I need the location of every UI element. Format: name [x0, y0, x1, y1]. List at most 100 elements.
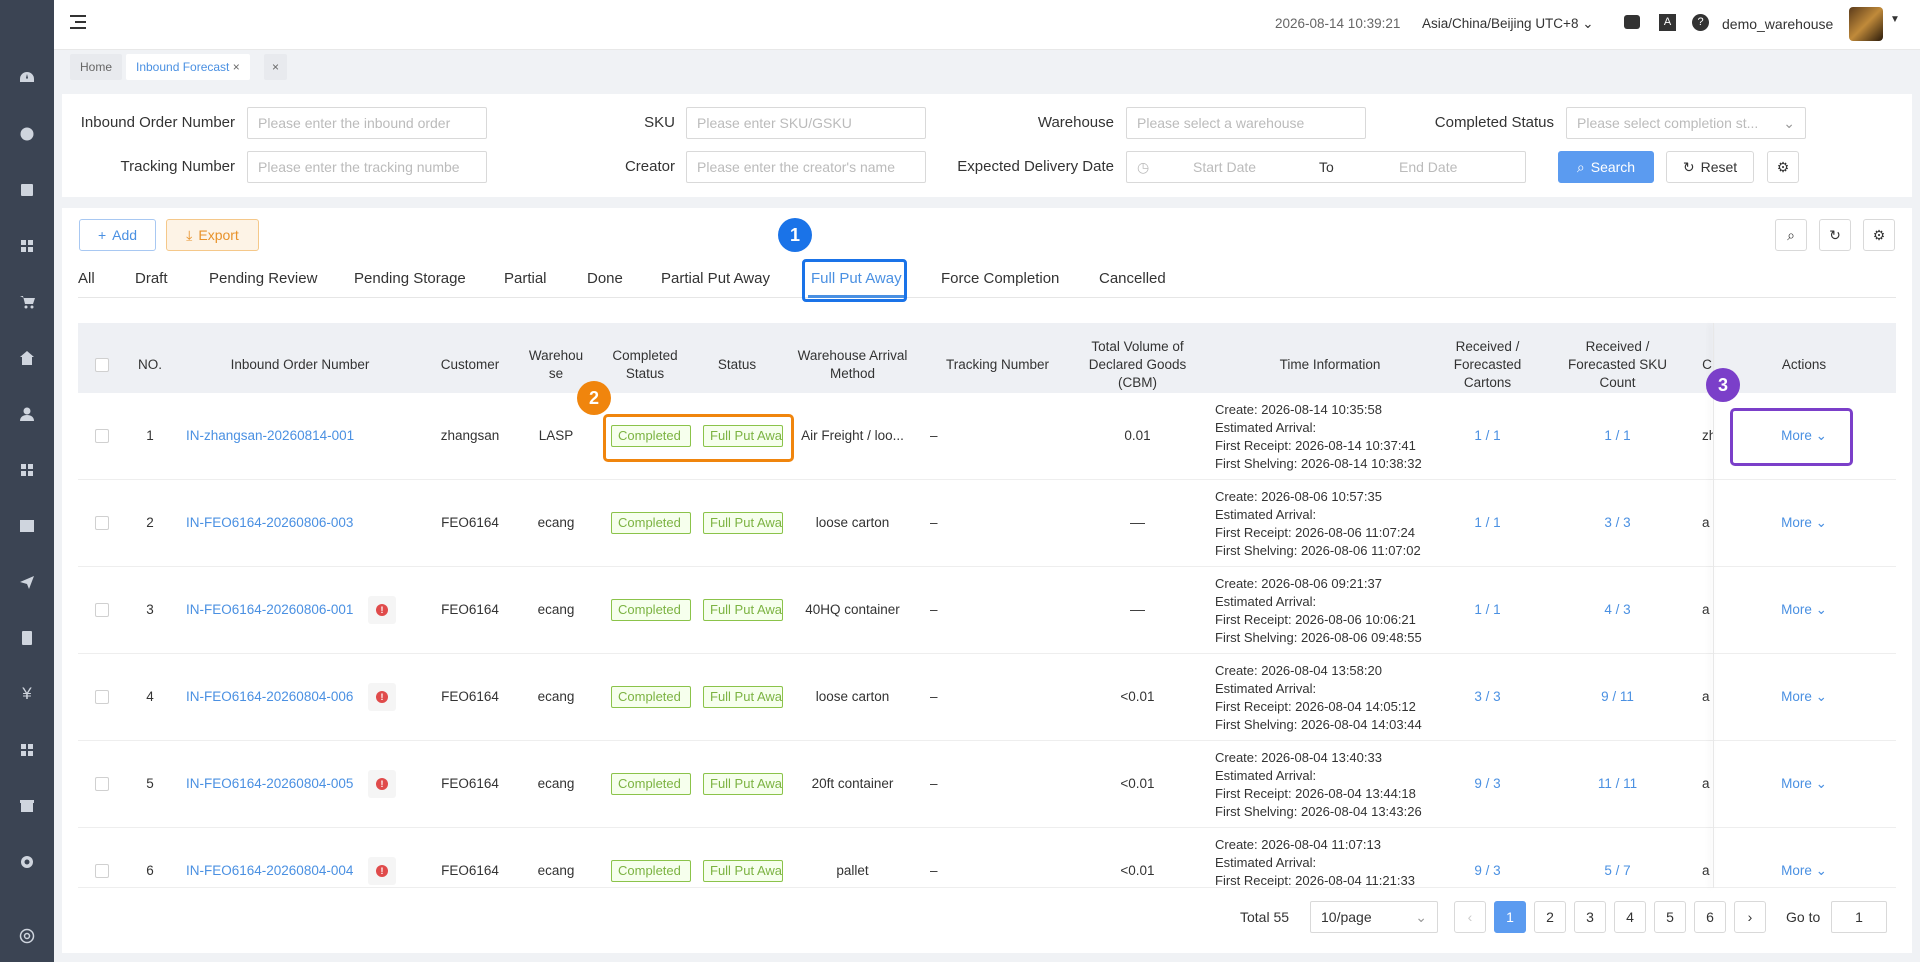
- globe-icon[interactable]: [0, 122, 54, 146]
- table-icon[interactable]: [0, 514, 54, 538]
- sku-count-link[interactable]: 11 / 11: [1555, 776, 1680, 791]
- close-all-tabs-button[interactable]: ×: [264, 54, 288, 80]
- user-icon[interactable]: [0, 402, 54, 426]
- row-checkbox[interactable]: [95, 603, 109, 617]
- sku-input[interactable]: Please enter SKU/GSKU: [686, 107, 926, 139]
- grid-icon[interactable]: [0, 234, 54, 258]
- row-checkbox[interactable]: [95, 777, 109, 791]
- cartons-link[interactable]: 9 / 3: [1440, 863, 1535, 878]
- order-number-link[interactable]: IN-zhangsan-20260814-001: [186, 428, 354, 443]
- close-icon[interactable]: ×: [233, 60, 240, 74]
- warehouse-select[interactable]: Please select a warehouse: [1126, 107, 1366, 139]
- creator-input[interactable]: Please enter the creator's name: [686, 151, 926, 183]
- warning-icon[interactable]: !: [368, 770, 396, 798]
- gear-icon[interactable]: [0, 924, 54, 948]
- apps-icon[interactable]: [0, 458, 54, 482]
- search-button[interactable]: ⌕ Search: [1558, 151, 1654, 183]
- page-1[interactable]: 1: [1494, 901, 1526, 933]
- warning-icon[interactable]: !: [368, 857, 396, 885]
- status-tab-draft[interactable]: Draft: [135, 270, 168, 287]
- customer-cell: FEO6164: [441, 776, 499, 791]
- add-button[interactable]: + Add: [79, 219, 156, 251]
- start-date[interactable]: Start Date: [1193, 152, 1256, 182]
- column-settings-button[interactable]: ⚙: [1863, 219, 1895, 251]
- order-number-link[interactable]: IN-FEO6164-20260804-005: [186, 776, 353, 791]
- translate-icon[interactable]: A: [1659, 14, 1676, 31]
- sku-count-link[interactable]: 4 / 3: [1555, 602, 1680, 617]
- row-checkbox[interactable]: [95, 690, 109, 704]
- page-size-select[interactable]: 10/page ⌄: [1310, 901, 1438, 933]
- status-tab-cancelled[interactable]: Cancelled: [1099, 270, 1166, 287]
- dashboard-icon[interactable]: [0, 66, 54, 90]
- status-tab-partial-put-away[interactable]: Partial Put Away: [661, 270, 770, 287]
- tracking-input[interactable]: Please enter the tracking numbe: [247, 151, 487, 183]
- more-actions-button[interactable]: More ⌄: [1748, 863, 1860, 879]
- order-number-link[interactable]: IN-FEO6164-20260804-006: [186, 689, 353, 704]
- end-date[interactable]: End Date: [1399, 152, 1457, 182]
- status-tab-done[interactable]: Done: [587, 270, 623, 287]
- row-checkbox[interactable]: [95, 516, 109, 530]
- page-4[interactable]: 4: [1614, 901, 1646, 933]
- document-icon[interactable]: [0, 178, 54, 202]
- cartons-link[interactable]: 3 / 3: [1440, 689, 1535, 704]
- completed-status-select[interactable]: Please select completion st... ⌄: [1566, 107, 1806, 139]
- yen-icon[interactable]: ¥: [0, 682, 54, 706]
- cartons-link[interactable]: 1 / 1: [1440, 428, 1535, 443]
- cart-icon[interactable]: [0, 290, 54, 314]
- warning-icon[interactable]: !: [368, 596, 396, 624]
- refresh-button[interactable]: ↻: [1819, 219, 1851, 251]
- page-2[interactable]: 2: [1534, 901, 1566, 933]
- message-icon[interactable]: [1624, 15, 1640, 29]
- more-actions-button[interactable]: More ⌄: [1748, 689, 1860, 705]
- tab-inbound-forecast[interactable]: Inbound Forecast ×: [126, 54, 250, 80]
- status-tab-all[interactable]: All: [78, 270, 95, 287]
- status-tab-pending-review[interactable]: Pending Review: [209, 270, 317, 287]
- sku-count-link[interactable]: 9 / 11: [1555, 689, 1680, 704]
- store-icon[interactable]: [0, 794, 54, 818]
- filter-settings-button[interactable]: ⚙: [1767, 151, 1799, 183]
- order-number-link[interactable]: IN-FEO6164-20260806-001: [186, 602, 353, 617]
- cartons-link[interactable]: 9 / 3: [1440, 776, 1535, 791]
- export-button[interactable]: ⤓ Export: [166, 219, 259, 251]
- sku-count-link[interactable]: 3 / 3: [1555, 515, 1680, 530]
- search-toggle-button[interactable]: ⌕: [1775, 219, 1807, 251]
- sku-count-link[interactable]: 1 / 1: [1555, 428, 1680, 443]
- order-number-link[interactable]: IN-FEO6164-20260804-004: [186, 863, 353, 878]
- goto-page-input[interactable]: 1: [1831, 901, 1887, 933]
- modules-icon[interactable]: [0, 738, 54, 762]
- more-actions-button[interactable]: More ⌄: [1748, 602, 1860, 618]
- prev-page-button[interactable]: ‹: [1454, 901, 1486, 933]
- select-all-checkbox[interactable]: [95, 358, 109, 372]
- invoice-icon[interactable]: [0, 626, 54, 650]
- cartons-link[interactable]: 1 / 1: [1440, 602, 1535, 617]
- sku-count-link[interactable]: 5 / 7: [1555, 863, 1680, 878]
- settings-icon[interactable]: [0, 850, 54, 874]
- help-icon[interactable]: ?: [1692, 14, 1709, 31]
- avatar[interactable]: [1849, 7, 1883, 41]
- inbound-order-input[interactable]: Please enter the inbound order: [247, 107, 487, 139]
- cartons-link[interactable]: 1 / 1: [1440, 515, 1535, 530]
- page-6[interactable]: 6: [1694, 901, 1726, 933]
- status-tab-force-completion[interactable]: Force Completion: [941, 270, 1059, 287]
- next-page-button[interactable]: ›: [1734, 901, 1766, 933]
- more-actions-button[interactable]: More ⌄: [1748, 515, 1860, 531]
- status-tab-partial[interactable]: Partial: [504, 270, 547, 287]
- home-icon[interactable]: [0, 346, 54, 370]
- date-range-picker[interactable]: ◷ Start Date To End Date: [1126, 151, 1526, 183]
- more-actions-button[interactable]: More ⌄: [1748, 776, 1860, 792]
- send-icon[interactable]: [0, 570, 54, 594]
- create-time: Create: 2026-08-04 13:58:20: [1215, 663, 1382, 678]
- tab-home[interactable]: Home: [70, 54, 123, 80]
- row-checkbox[interactable]: [95, 429, 109, 443]
- username[interactable]: demo_warehouse: [1722, 16, 1833, 32]
- page-3[interactable]: 3: [1574, 901, 1606, 933]
- reset-button[interactable]: ↻ Reset: [1666, 151, 1754, 183]
- status-tab-pending-storage[interactable]: Pending Storage: [354, 270, 466, 287]
- timezone-select[interactable]: Asia/China/Beijing UTC+8 ⌄: [1422, 16, 1594, 32]
- row-checkbox[interactable]: [95, 864, 109, 878]
- caret-down-icon[interactable]: ▼: [1890, 14, 1900, 25]
- menu-toggle-icon[interactable]: [70, 15, 86, 29]
- order-number-link[interactable]: IN-FEO6164-20260806-003: [186, 515, 353, 530]
- warning-icon[interactable]: !: [368, 683, 396, 711]
- page-5[interactable]: 5: [1654, 901, 1686, 933]
